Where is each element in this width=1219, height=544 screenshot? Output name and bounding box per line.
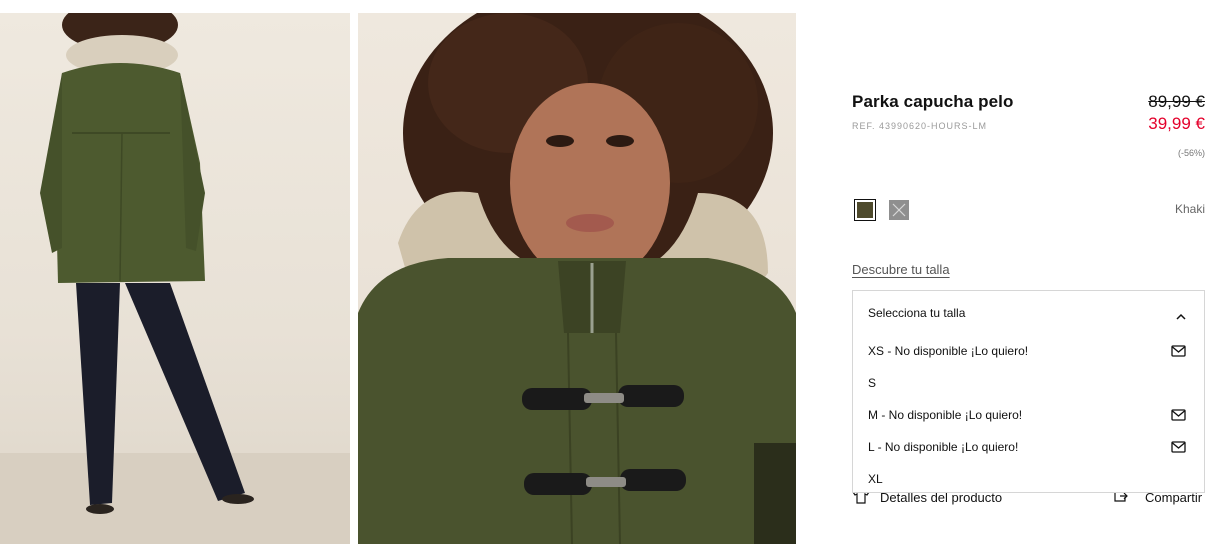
mail-icon[interactable] (1171, 440, 1186, 458)
mail-icon[interactable] (1171, 344, 1186, 362)
price-sale: 39,99 € (1148, 114, 1205, 133)
product-photo-back[interactable] (0, 13, 350, 544)
size-select-placeholder: Selecciona tu talla (868, 306, 966, 320)
size-option-label: XL (868, 472, 883, 486)
mail-icon[interactable] (1171, 408, 1186, 426)
size-select-toggle[interactable]: Selecciona tu talla (853, 291, 1204, 335)
size-option-xs[interactable]: XS - No disponible ¡Lo quiero! (853, 335, 1204, 365)
chevron-up-icon (1176, 308, 1186, 326)
size-option-label: S (868, 376, 877, 390)
size-option-label: M - No disponible ¡Lo quiero! (868, 408, 1023, 422)
product-photo-back-illustration (0, 13, 350, 544)
color-swatch-khaki[interactable] (854, 199, 876, 221)
size-option-s[interactable]: S (853, 367, 1204, 397)
product-photo-front-illustration (358, 13, 796, 544)
unavailable-cross-icon (892, 203, 906, 217)
size-option-label: XS - No disponible ¡Lo quiero! (868, 344, 1029, 358)
color-swatch-grey[interactable] (889, 200, 909, 220)
size-option-m[interactable]: M - No disponible ¡Lo quiero! (853, 399, 1204, 429)
size-guide-link[interactable]: Descubre tu talla (852, 262, 950, 277)
selected-color-name: Khaki (1174, 202, 1205, 216)
product-photo-front[interactable] (358, 13, 796, 544)
size-option-label: L - No disponible ¡Lo quiero! (868, 440, 1019, 454)
product-reference: REF. 43990620-HOURS-LM (852, 121, 988, 131)
color-swatch-khaki-fill (857, 202, 873, 218)
discount-badge: (-56%) (1177, 148, 1205, 158)
size-option-xl[interactable]: XL (853, 463, 1204, 493)
product-title: Parka capucha pelo (852, 92, 1014, 111)
size-select-dropdown[interactable]: Selecciona tu talla XS - No disponible ¡… (852, 290, 1205, 493)
size-option-l[interactable]: L - No disponible ¡Lo quiero! (853, 431, 1204, 461)
price-original: 89,99 € (1148, 92, 1205, 111)
